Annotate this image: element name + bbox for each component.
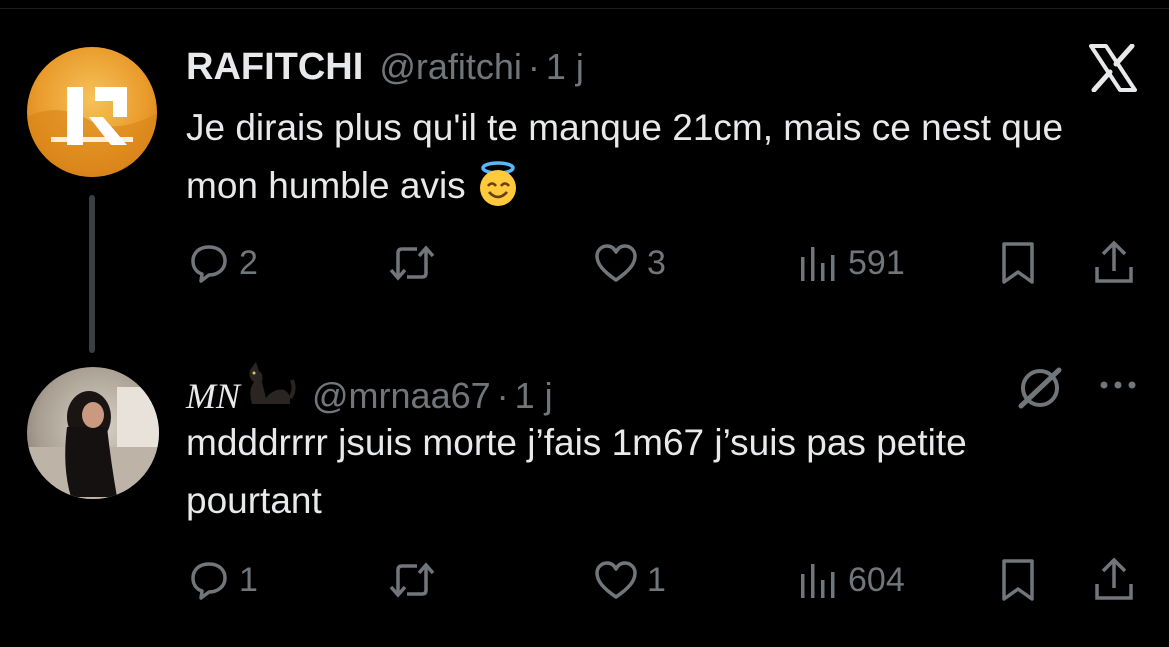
bookmark-button[interactable]: [998, 240, 1038, 286]
bookmark-button[interactable]: [998, 557, 1038, 603]
tweet-header: RAFITCHI @rafitchi · 1 j: [186, 46, 584, 89]
heart-icon: [595, 244, 637, 282]
views-button[interactable]: 591: [796, 241, 905, 285]
share-button[interactable]: [1092, 556, 1136, 602]
more-options-icon[interactable]: [1098, 368, 1138, 407]
like-button[interactable]: 1: [593, 558, 666, 602]
x-logo-icon[interactable]: [1088, 43, 1138, 97]
reply-button[interactable]: 1: [187, 558, 258, 602]
thread-line: [89, 195, 95, 353]
like-count: 3: [647, 243, 666, 282]
view-count: 604: [848, 560, 905, 599]
rafitchi-logo: [27, 87, 157, 177]
like-button[interactable]: 3: [593, 241, 666, 285]
grok-icon[interactable]: [1016, 365, 1064, 416]
views-button[interactable]: 604: [796, 558, 905, 602]
black-cat-icon: [244, 360, 296, 413]
handle[interactable]: @mrnaa67: [312, 375, 491, 417]
share-button[interactable]: [1092, 239, 1136, 285]
reply-icon: [191, 245, 227, 283]
retweet-button[interactable]: [387, 241, 437, 285]
like-count: 1: [647, 560, 666, 599]
heart-icon: [595, 561, 637, 599]
timestamp[interactable]: 1 j: [546, 46, 584, 88]
display-name[interactable]: RAFITCHI: [186, 46, 363, 89]
timestamp[interactable]: 1 j: [515, 375, 553, 417]
profile-photo: [27, 387, 159, 499]
reply-button[interactable]: 2: [187, 241, 258, 285]
retweet-icon: [389, 245, 435, 281]
display-name[interactable]: MN: [186, 375, 240, 417]
reply-icon: [191, 562, 227, 600]
bookmark-icon: [1002, 559, 1034, 601]
tweet-text: mdddrrrr jsuis morte j’fais 1m67 j’suis …: [186, 422, 967, 521]
share-icon: [1095, 240, 1133, 283]
smiling-face-with-halo-icon: [474, 160, 522, 225]
views-chart-icon: [801, 247, 835, 281]
views-chart-icon: [801, 564, 835, 598]
avatar[interactable]: [27, 367, 159, 499]
separator-dot: ·: [496, 375, 509, 416]
handle[interactable]: @rafitchi: [379, 46, 522, 88]
reply-count: 2: [239, 243, 258, 282]
share-icon: [1095, 557, 1133, 600]
separator-dot: ·: [527, 46, 540, 87]
tweet-text: Je dirais plus qu'il te manque 21cm, mai…: [186, 99, 1086, 225]
avatar[interactable]: [27, 47, 157, 177]
bookmark-icon: [1002, 242, 1034, 284]
view-count: 591: [848, 243, 905, 282]
retweet-button[interactable]: [387, 558, 437, 602]
top-border: [0, 0, 1169, 9]
tweet-header: MN @mrnaa67 · 1 j: [186, 360, 553, 417]
retweet-icon: [389, 562, 435, 598]
tweet-text-content: Je dirais plus qu'il te manque 21cm, mai…: [186, 107, 1064, 206]
reply-count: 1: [239, 560, 258, 599]
